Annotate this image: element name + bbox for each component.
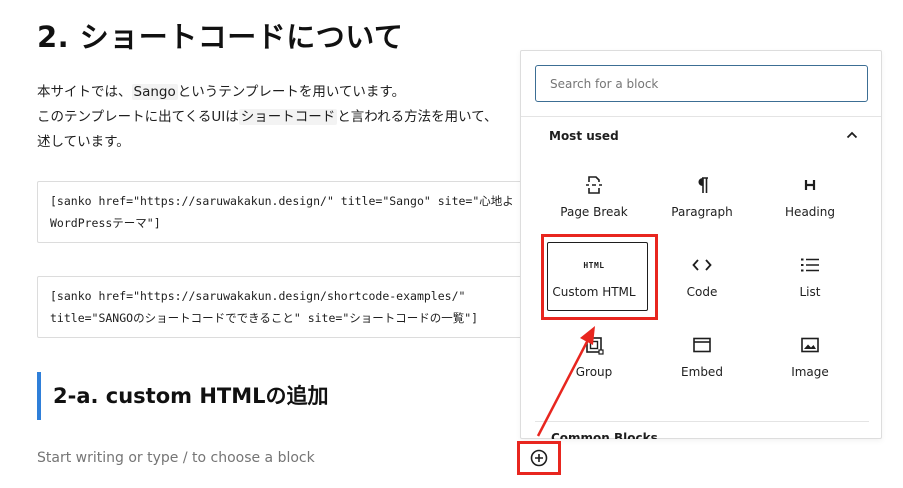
block-heading[interactable]: Heading — [758, 163, 862, 235]
block-label: Code — [686, 285, 718, 299]
text-segment: 本サイトでは、 — [37, 84, 132, 100]
code-icon — [692, 251, 712, 279]
empty-block-placeholder[interactable]: Start writing or type / to choose a bloc… — [37, 450, 315, 466]
block-inserter-popover: Most used Page Break Paragraph — [520, 50, 882, 439]
inline-code-highlight: ショートコード — [238, 109, 338, 125]
html-icon: HTML — [583, 260, 605, 270]
shortcode-block[interactable]: [sanko href="https://saruwakakun.design/… — [37, 276, 537, 338]
block-label: Heading — [785, 205, 835, 219]
inline-code-highlight: Sango — [131, 84, 178, 100]
page-heading: 2. ショートコードについて — [37, 20, 404, 54]
paragraph-line: 述しています。 — [37, 134, 130, 150]
text-segment: このテンプレートに出てくるUIは — [37, 109, 239, 125]
block-label: Embed — [681, 365, 723, 379]
text-segment: と言われる方法を用いて、 — [337, 109, 498, 125]
block-label: Page Break — [560, 205, 628, 219]
page-break-icon — [584, 171, 604, 199]
block-search-input[interactable] — [535, 65, 868, 102]
subheading: 2-a. custom HTMLの追加 — [37, 372, 329, 420]
divider — [535, 421, 869, 422]
most-used-section-toggle[interactable]: Most used — [521, 117, 881, 155]
block-code[interactable]: Code — [650, 243, 754, 315]
paragraph-line: 本サイトでは、 Sango というテンプレートを用いています。 — [37, 80, 527, 105]
block-group[interactable]: Group — [542, 323, 646, 395]
code-line: WordPressテーマ"] — [50, 216, 161, 230]
block-paragraph[interactable]: Paragraph — [650, 163, 754, 235]
group-icon — [584, 331, 604, 359]
paragraph-line: このテンプレートに出てくるUIは ショートコード と言われる方法を用いて、 — [37, 105, 527, 130]
paragraph-icon — [694, 171, 710, 199]
paragraph-block[interactable]: 本サイトでは、 Sango というテンプレートを用いています。 このテンプレートに出… — [37, 80, 527, 155]
block-page-break[interactable]: Page Break — [542, 163, 646, 235]
shortcode-block[interactable]: [sanko href="https://saruwakakun.design/… — [37, 181, 537, 243]
list-icon — [801, 251, 819, 279]
block-embed[interactable]: Embed — [650, 323, 754, 395]
next-section-title-partial: Common Blocks — [551, 431, 658, 439]
block-inserter-toggle-button[interactable] — [517, 441, 561, 475]
block-custom-html[interactable]: HTML Custom HTML — [542, 243, 646, 315]
block-image[interactable]: Image — [758, 323, 862, 395]
image-icon — [801, 331, 819, 359]
code-line: [sanko href="https://saruwakakun.design/… — [50, 194, 514, 208]
heading-icon — [803, 171, 817, 199]
block-label: Custom HTML — [552, 285, 636, 299]
text-segment: というテンプレートを用いています。 — [177, 84, 406, 100]
block-list[interactable]: List — [758, 243, 862, 315]
chevron-up-icon — [845, 127, 859, 146]
code-line: [sanko href="https://saruwakakun.design/… — [50, 289, 466, 303]
block-label: Group — [575, 365, 613, 379]
code-line: title="SANGOのショートコードでできること" site="ショートコー… — [50, 311, 479, 325]
block-label: Paragraph — [671, 205, 733, 219]
block-label: List — [799, 285, 821, 299]
plus-circle-icon — [529, 448, 549, 468]
embed-icon — [693, 331, 711, 359]
block-label: Image — [791, 365, 829, 379]
editor-canvas: 2. ショートコードについて 本サイトでは、 Sango というテンプレートを用いて… — [0, 0, 903, 488]
section-title: Most used — [549, 129, 619, 143]
